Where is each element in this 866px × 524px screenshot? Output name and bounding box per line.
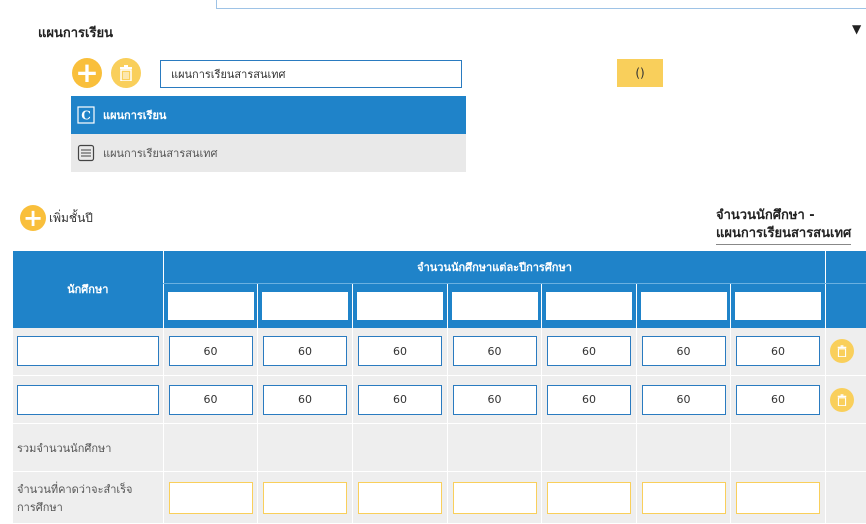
curriculum-c-icon: C [77, 106, 95, 124]
count-input[interactable]: 60 [263, 385, 347, 415]
expected-label: จำนวนที่คาดว่าจะสำเร็จ การศึกษา [13, 472, 164, 524]
top-border [216, 0, 866, 9]
count-input[interactable]: 60 [453, 385, 537, 415]
year-input[interactable] [261, 291, 349, 321]
trash-icon [119, 65, 133, 81]
count-input[interactable]: 60 [736, 385, 820, 415]
delete-plan-button[interactable] [111, 58, 141, 88]
year-input[interactable] [734, 291, 822, 321]
add-plan-button[interactable]: + [72, 58, 102, 88]
plan-list-label: แผนการเรียน [103, 106, 166, 124]
plan-list-label: แผนการเรียนสารสนเทศ [103, 144, 217, 162]
expected-input[interactable] [263, 482, 347, 514]
plan-list-item-curriculum[interactable]: C แผนการเรียน [71, 96, 466, 134]
total-label: รวมจำนวนนักศึกษา [13, 424, 164, 472]
plan-list-item-info[interactable]: แผนการเรียนสารสนเทศ [71, 134, 466, 172]
count-input[interactable]: 60 [263, 336, 347, 366]
count-input[interactable]: 60 [169, 336, 253, 366]
table-row: 60 60 60 60 60 60 60 [13, 328, 866, 376]
expected-row: จำนวนที่คาดว่าจะสำเร็จ การศึกษา [13, 472, 866, 524]
student-table: นักศึกษา จำนวนนักศึกษาแต่ละปีการศึกษา 60… [12, 251, 866, 524]
year-input[interactable] [545, 291, 633, 321]
count-input[interactable]: 60 [169, 385, 253, 415]
expected-input[interactable] [642, 482, 726, 514]
count-input[interactable]: 60 [547, 385, 631, 415]
document-lines-icon [77, 144, 95, 162]
total-row: รวมจำนวนนักศึกษา [13, 424, 866, 472]
year-input[interactable] [451, 291, 539, 321]
table-row: 60 60 60 60 60 60 60 [13, 376, 866, 424]
add-grade-button[interactable]: + เพิ่มชั้นปี [20, 205, 93, 231]
expected-input[interactable] [169, 482, 253, 514]
expected-input[interactable] [453, 482, 537, 514]
header-blank [826, 251, 866, 284]
section-title: แผนการเรียน [38, 22, 113, 43]
student-header: นักศึกษา [13, 251, 164, 328]
count-input[interactable]: 60 [736, 336, 820, 366]
count-input[interactable]: 60 [642, 336, 726, 366]
paren-button[interactable]: () [617, 59, 663, 87]
delete-row-button[interactable] [830, 388, 854, 412]
year-input[interactable] [640, 291, 728, 321]
trash-icon [837, 345, 847, 357]
add-grade-label: เพิ่มชั้นปี [49, 209, 93, 228]
trash-icon [837, 394, 847, 406]
year-header: จำนวนนักศึกษาแต่ละปีการศึกษา [164, 251, 826, 284]
expected-input[interactable] [547, 482, 631, 514]
student-name-input[interactable] [17, 336, 159, 366]
student-name-input[interactable] [17, 385, 159, 415]
count-input[interactable]: 60 [547, 336, 631, 366]
svg-text:C: C [81, 109, 91, 123]
plan-name-input[interactable] [160, 60, 462, 88]
year-input[interactable] [167, 291, 255, 321]
count-input[interactable]: 60 [453, 336, 537, 366]
summary-title: จำนวนนักศึกษา - แผนการเรียนสารสนเทศ [716, 207, 851, 245]
expected-input[interactable] [358, 482, 442, 514]
delete-row-button[interactable] [830, 339, 854, 363]
count-input[interactable]: 60 [358, 336, 442, 366]
plus-icon: + [20, 205, 46, 231]
count-input[interactable]: 60 [642, 385, 726, 415]
year-input[interactable] [356, 291, 444, 321]
expected-input[interactable] [736, 482, 820, 514]
plan-list: C แผนการเรียน แผนการเรียนสารสนเทศ [71, 96, 466, 172]
collapse-arrow-icon[interactable]: ▼ [852, 22, 861, 36]
count-input[interactable]: 60 [358, 385, 442, 415]
